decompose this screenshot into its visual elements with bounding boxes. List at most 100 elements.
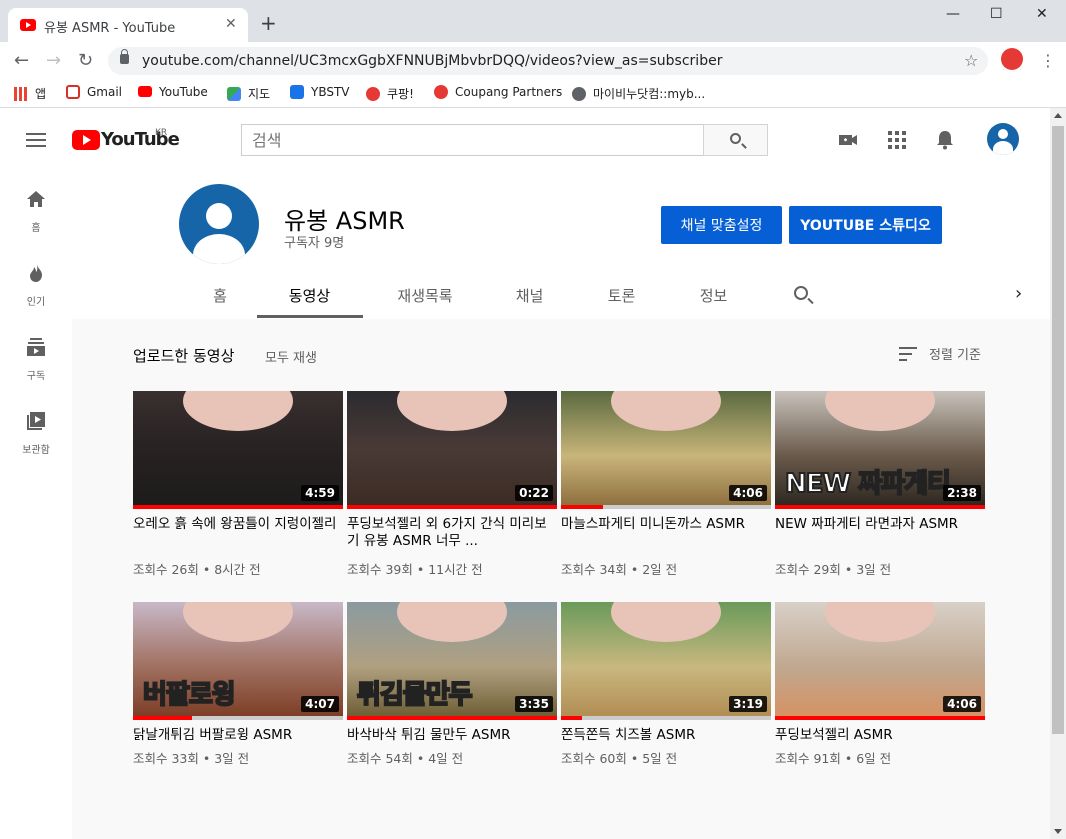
tab-about[interactable]: 정보	[696, 285, 731, 306]
library-icon	[27, 412, 45, 430]
video-duration: 3:35	[515, 696, 553, 712]
scroll-down-icon[interactable]	[1054, 829, 1062, 834]
bookmark-youtube[interactable]: YouTube	[138, 85, 208, 99]
search-button[interactable]	[703, 124, 768, 156]
search-input[interactable]	[242, 125, 703, 155]
reload-icon[interactable]: ↻	[78, 50, 93, 71]
new-tab-icon[interactable]: +	[260, 13, 277, 33]
search-icon	[730, 133, 741, 144]
watch-progress-fill	[133, 716, 192, 720]
apps-grid-icon	[14, 87, 28, 101]
maps-icon	[227, 87, 241, 101]
video-title[interactable]: 푸딩보석젤리 ASMR	[775, 727, 980, 744]
video-title[interactable]: 오레오 흙 속에 왕꿈틀이 지렁이젤리	[133, 516, 338, 533]
guide-label: 홈	[31, 223, 41, 234]
search-box[interactable]	[241, 124, 704, 156]
studio-button[interactable]: YOUTUBE 스튜디오	[789, 206, 942, 244]
watch-progress-fill	[561, 716, 582, 720]
bookmark-gmail[interactable]: Gmail	[66, 85, 122, 99]
video-thumbnail[interactable]: NEW 짜파게티 2:38	[775, 391, 985, 509]
maximize-icon[interactable]: ☐	[990, 6, 1003, 22]
video-title[interactable]: 쫀득쫀득 치즈볼 ASMR	[561, 727, 766, 744]
video-metadata: 조회수 33회 • 3일 전	[133, 751, 250, 766]
apps-icon[interactable]	[887, 130, 907, 150]
ybstv-icon	[290, 85, 304, 99]
bookmark-coupang[interactable]: 쿠팡!	[366, 85, 414, 102]
video-thumbnail[interactable]: 튀김물만두 3:35	[347, 602, 557, 720]
scrollbar-thumb[interactable]	[1052, 126, 1064, 734]
video-thumbnail[interactable]: 4:59	[133, 391, 343, 509]
youtube-logo-icon[interactable]	[72, 130, 100, 150]
video-title[interactable]: 마늘스파게티 미니돈까스 ASMR	[561, 516, 766, 533]
close-window-icon[interactable]: ✕	[1036, 6, 1048, 22]
bookmark-label: Gmail	[87, 85, 123, 99]
guide-item-library[interactable]: 보관함	[0, 411, 72, 456]
sort-button[interactable]: 정렬 기준	[929, 344, 981, 363]
watch-progress-fill	[133, 505, 343, 509]
guide-label: 인기	[26, 297, 46, 308]
video-title[interactable]: 바삭바삭 튀김 물만두 ASMR	[347, 727, 552, 744]
video-duration: 4:59	[301, 485, 339, 501]
bookmark-label: Coupang Partners	[455, 85, 563, 99]
browser-tab[interactable]: 유봉 ASMR - YouTube ✕	[8, 8, 248, 42]
back-icon[interactable]: ←	[14, 50, 29, 71]
chevron-right-icon[interactable]: ›	[1015, 283, 1022, 304]
bookmark-coupang-partners[interactable]: Coupang Partners	[434, 85, 562, 99]
video-thumbnail[interactable]: 3:19	[561, 602, 771, 720]
watch-progress-bar	[775, 505, 985, 509]
tab-playlists[interactable]: 재생목록	[390, 285, 460, 306]
video-title[interactable]: 닭날개튀김 버팔로윙 ASMR	[133, 727, 338, 744]
video-thumbnail[interactable]: 버팔로윙 4:07	[133, 602, 343, 720]
video-metadata: 조회수 29회 • 3일 전	[775, 562, 892, 577]
watch-progress-fill	[561, 505, 603, 509]
trending-icon	[30, 264, 42, 282]
bookmark-star-icon[interactable]: ☆	[964, 51, 978, 70]
guide-item-home[interactable]: 홈	[0, 189, 72, 234]
guide-label: 보관함	[22, 445, 50, 456]
profile-extension-icon[interactable]	[1001, 48, 1023, 70]
video-thumbnail[interactable]: 4:06	[561, 391, 771, 509]
play-all-button[interactable]: 모두 재생	[265, 347, 317, 366]
tab-close-icon[interactable]: ✕	[225, 16, 237, 32]
scroll-up-icon[interactable]	[1054, 113, 1062, 118]
video-title[interactable]: 푸딩보석젤리 외 6가지 간식 미리보기 유봉 ASMR 너무 ...	[347, 516, 552, 550]
tab-home[interactable]: 홈	[210, 285, 230, 306]
sort-icon[interactable]	[899, 347, 917, 365]
account-avatar[interactable]	[987, 123, 1019, 155]
video-metadata: 조회수 26회 • 8시간 전	[133, 562, 261, 577]
video-thumbnail[interactable]: 4:06	[775, 602, 985, 720]
bookmark-mybinu[interactable]: 마이비누닷컴::myb...	[572, 85, 705, 102]
video-metadata: 조회수 39회 • 11시간 전	[347, 562, 483, 577]
region-code: KR	[155, 128, 168, 138]
tab-videos[interactable]: 동영상	[282, 285, 337, 306]
video-thumbnail[interactable]: 0:22	[347, 391, 557, 509]
watch-progress-bar	[561, 716, 771, 720]
tab-discussion[interactable]: 토론	[604, 285, 639, 306]
customize-channel-button[interactable]: 채널 맞춤설정	[661, 206, 782, 244]
menu-icon[interactable]	[26, 133, 46, 147]
notifications-bell-icon[interactable]	[935, 130, 955, 150]
chrome-menu-icon[interactable]: ⋮	[1040, 51, 1056, 70]
guide-item-subscriptions[interactable]: 구독	[0, 337, 72, 382]
tab-channels[interactable]: 채널	[512, 285, 547, 306]
video-metadata: 조회수 60회 • 5일 전	[561, 751, 678, 766]
thumbnail-overlay-text: 튀김물만두	[356, 679, 474, 711]
tab-title: 유봉 ASMR - YouTube	[44, 21, 176, 36]
minimize-icon[interactable]: —	[946, 6, 960, 22]
forward-icon[interactable]: →	[46, 50, 61, 71]
bookmark-ybstv[interactable]: YBSTV	[290, 85, 350, 99]
video-title[interactable]: NEW 짜파게티 라면과자 ASMR	[775, 516, 980, 533]
watch-progress-fill	[347, 505, 557, 509]
channel-search-icon[interactable]	[794, 286, 808, 300]
gmail-icon	[66, 85, 80, 99]
scrollbar[interactable]	[1050, 108, 1066, 839]
create-video-icon[interactable]	[838, 130, 858, 150]
guide-item-trending[interactable]: 인기	[0, 263, 72, 308]
bookmark-apps[interactable]: 앱	[14, 85, 46, 102]
video-duration: 4:06	[729, 485, 767, 501]
bookmark-maps[interactable]: 지도	[227, 85, 270, 102]
home-icon	[27, 191, 45, 207]
address-bar[interactable]: youtube.com/channel/UC3mcxGgbXFNNUBjMbvb…	[108, 47, 988, 75]
coupang-icon	[434, 85, 448, 99]
bookmark-label: YBSTV	[311, 85, 350, 99]
